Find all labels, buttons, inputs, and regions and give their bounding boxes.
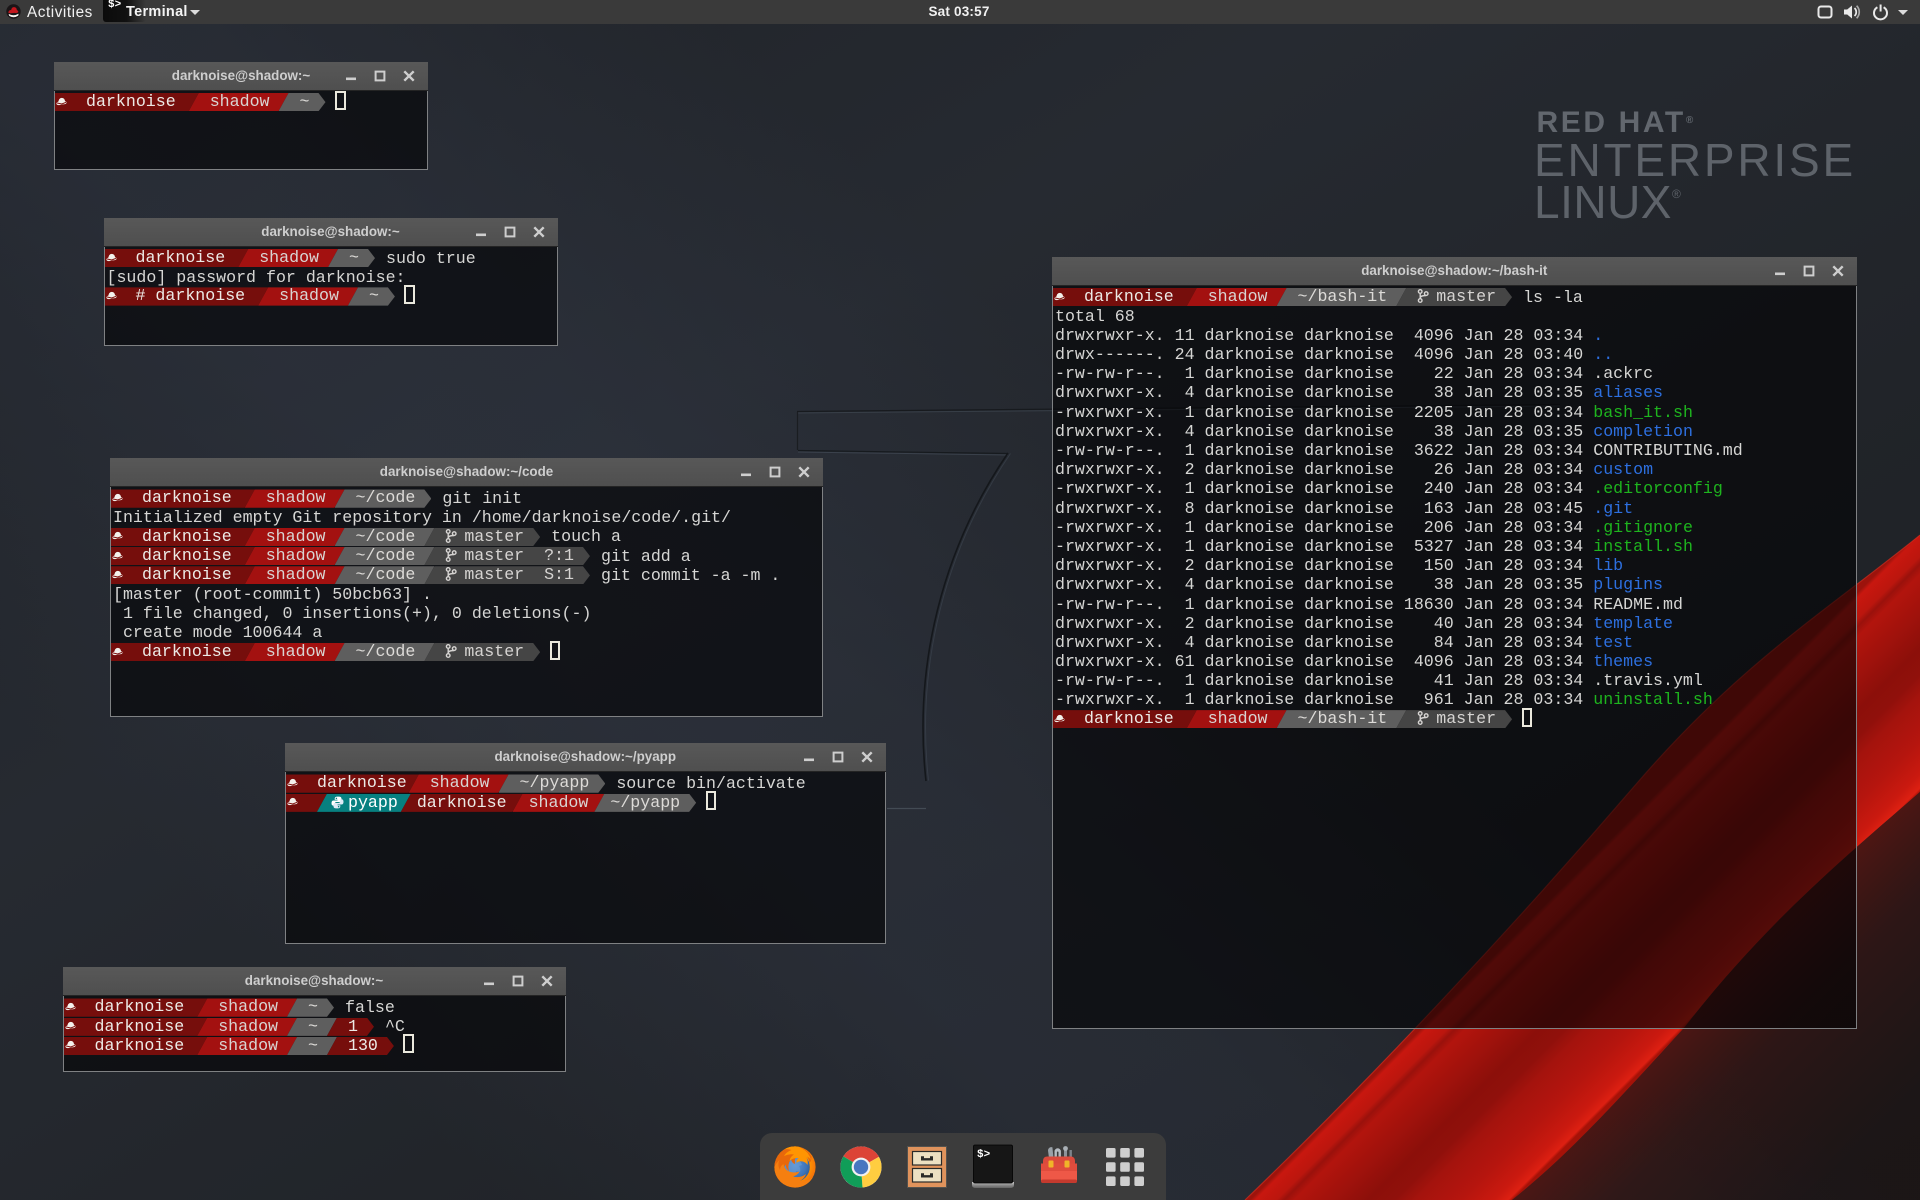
svg-text:$>: $> [977,1149,991,1161]
